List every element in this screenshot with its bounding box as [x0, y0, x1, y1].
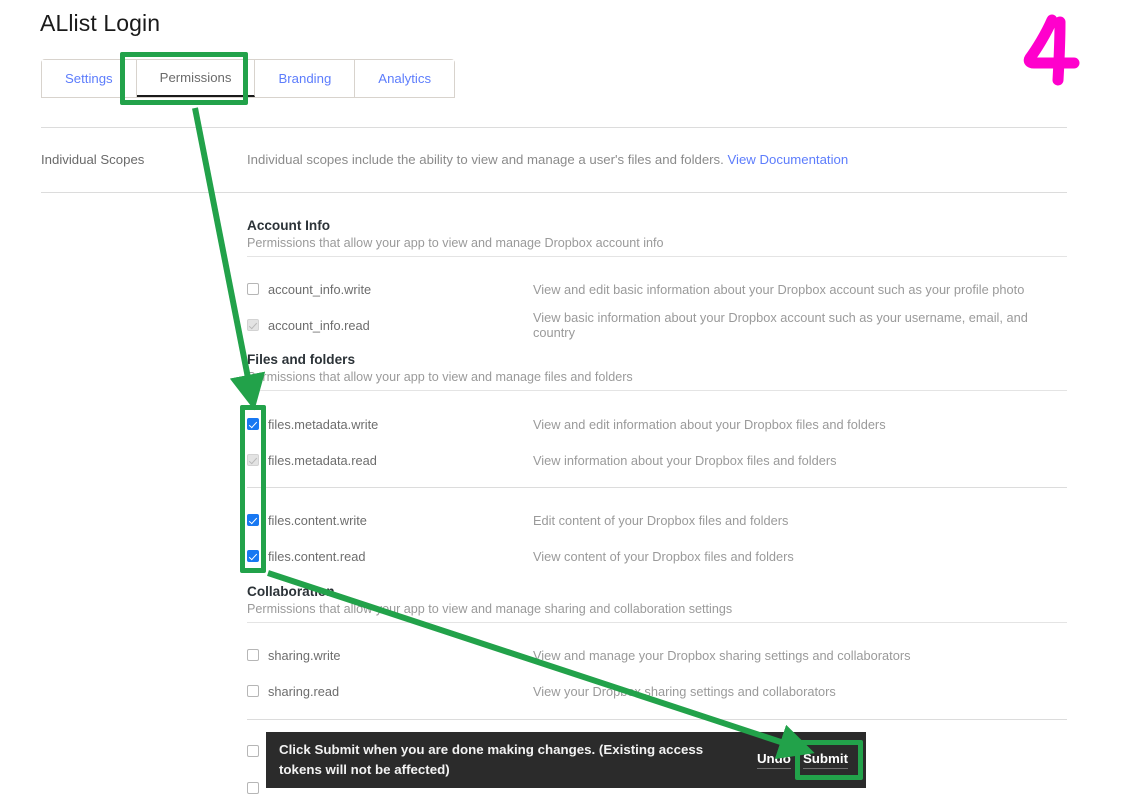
individual-scopes-description: Individual scopes include the ability to… [247, 152, 848, 167]
banner-message: Click Submit when you are done making ch… [279, 742, 704, 777]
scope-name: files.metadata.read [268, 452, 377, 468]
undo-button[interactable]: Undo [756, 751, 791, 769]
divider-files-inner [247, 487, 1067, 488]
scope-name: files.content.read [268, 548, 366, 564]
checkbox-sharing_read[interactable] [247, 685, 259, 697]
scope-row-files-content-write[interactable]: files.content.write Edit content of your… [247, 511, 1067, 529]
individual-scopes-label: Individual Scopes [41, 152, 145, 167]
tab-permissions[interactable]: Permissions [136, 60, 256, 97]
checkbox-sharing_write[interactable] [247, 649, 259, 661]
group-collaboration: Collaboration Permissions that allow you… [247, 584, 1067, 623]
app-page: ALlist Login Settings Permissions Brandi… [0, 0, 1139, 794]
divider-collaboration-inner [247, 719, 1067, 720]
divider-top [41, 127, 1067, 128]
tab-analytics[interactable]: Analytics [355, 60, 455, 97]
group-subtitle: Permissions that allow your app to view … [247, 370, 633, 384]
tab-bar: Settings Permissions Branding Analytics [41, 59, 456, 98]
divider-scopes [41, 192, 1067, 193]
group-divider [247, 256, 1067, 257]
checkbox-files_metadata_write[interactable] [247, 418, 259, 430]
scope-name: files.content.write [268, 512, 367, 528]
checkbox-files_content_write[interactable] [247, 514, 259, 526]
view-documentation-link[interactable]: View Documentation [727, 152, 848, 167]
group-account-info: Account Info Permissions that allow your… [247, 218, 1067, 257]
checkbox-obscured-1[interactable] [247, 745, 259, 757]
group-title: Collaboration [247, 584, 335, 599]
checkbox-account_info_read [247, 319, 259, 331]
banner-actions: Undo Submit [756, 751, 848, 769]
group-divider [247, 390, 1067, 391]
scope-description: View and edit basic information about yo… [533, 281, 1025, 297]
scope-description: View your Dropbox sharing settings and c… [533, 683, 836, 699]
group-subtitle: Permissions that allow your app to view … [247, 602, 733, 616]
scope-row-account-info-read: account_info.read View basic information… [247, 310, 1067, 340]
tab-branding[interactable]: Branding [255, 60, 356, 97]
scope-description: View content of your Dropbox files and f… [533, 548, 794, 564]
scope-name: account_info.write [268, 281, 372, 297]
scope-row-files-metadata-write[interactable]: files.metadata.write View and edit infor… [247, 415, 1067, 433]
checkbox-account_info_write[interactable] [247, 283, 259, 295]
scope-row-sharing-write[interactable]: sharing.write View and manage your Dropb… [247, 646, 1067, 664]
group-files-and-folders: Files and folders Permissions that allow… [247, 352, 1067, 391]
scope-row-files-metadata-read: files.metadata.read View information abo… [247, 451, 1067, 469]
scope-description: View and manage your Dropbox sharing set… [533, 647, 911, 663]
scope-name: account_info.read [268, 317, 370, 333]
checkbox-files_metadata_read [247, 454, 259, 466]
group-subtitle: Permissions that allow your app to view … [247, 236, 664, 250]
scope-row-sharing-read[interactable]: sharing.read View your Dropbox sharing s… [247, 682, 1067, 700]
scope-description: View and edit information about your Dro… [533, 416, 886, 432]
page-title: ALlist Login [40, 10, 161, 36]
scope-row-account-info-write[interactable]: account_info.write View and edit basic i… [247, 280, 1067, 298]
individual-scopes-text: Individual scopes include the ability to… [247, 152, 724, 167]
annotation-arrows [192, 107, 815, 759]
group-title: Account Info [247, 218, 331, 233]
tab-settings[interactable]: Settings [42, 60, 137, 97]
scope-name: files.metadata.write [268, 416, 379, 432]
group-title: Files and folders [247, 352, 356, 367]
scope-name: sharing.read [268, 683, 340, 699]
submit-button[interactable]: Submit [802, 751, 848, 769]
scope-row-files-content-read[interactable]: files.content.read View content of your … [247, 547, 1067, 565]
scope-description: View information about your Dropbox file… [533, 452, 837, 468]
scope-description: Edit content of your Dropbox files and f… [533, 512, 789, 528]
checkbox-files_content_read[interactable] [247, 550, 259, 562]
scope-name: sharing.write [268, 647, 341, 663]
scope-description: View basic information about your Dropbo… [533, 310, 1028, 340]
annotation-overlay [0, 0, 1139, 794]
checkbox-obscured-2[interactable] [247, 782, 259, 794]
arrow-tab-to-checkboxes [192, 107, 266, 411]
submit-banner: Click Submit when you are done making ch… [266, 732, 866, 788]
annotation-step-number [1023, 14, 1080, 86]
group-divider [247, 622, 1067, 623]
